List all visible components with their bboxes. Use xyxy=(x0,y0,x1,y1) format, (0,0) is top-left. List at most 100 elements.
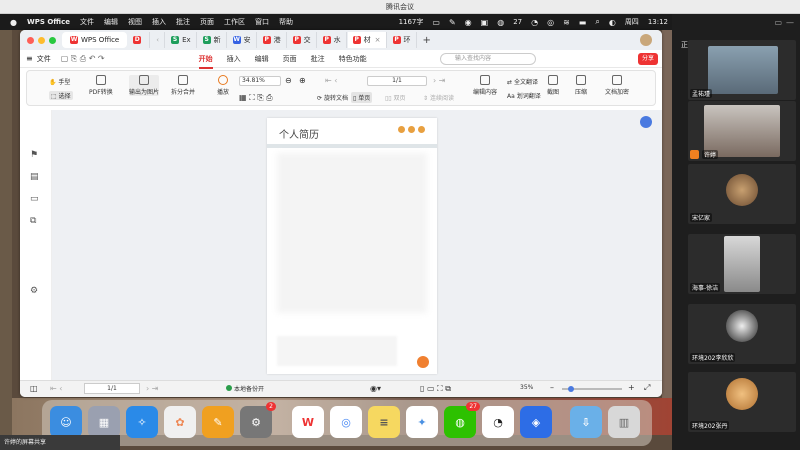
word-count[interactable]: 1167字 xyxy=(399,17,424,27)
ribbon-tab-comment[interactable]: 批注 xyxy=(311,54,325,64)
page-number-input[interactable]: 1/1 xyxy=(367,76,427,86)
tencent-meeting-icon[interactable]: ◉ xyxy=(465,18,472,27)
view-mode-icons[interactable]: ▦ ⛶ ⎘ ⎙ xyxy=(239,93,273,103)
qq-dock-icon[interactable]: ◔ xyxy=(482,406,514,438)
tab-document[interactable]: P环 xyxy=(388,32,417,48)
eye-icon[interactable]: ◉▾ xyxy=(370,384,381,393)
record-icon[interactable]: ◎ xyxy=(547,18,554,27)
menu-page[interactable]: 页面 xyxy=(200,17,214,27)
tab-document[interactable]: P水 xyxy=(318,32,347,48)
bookmark-icon[interactable]: ⚑ xyxy=(30,150,38,160)
screen-share-icon[interactable]: ▣ xyxy=(481,18,489,27)
select-tool[interactable]: ⬚ 选择 xyxy=(49,91,73,100)
word-translate-button[interactable]: Aa 划词翻译 xyxy=(507,91,541,100)
avatar[interactable] xyxy=(640,34,652,46)
document-page[interactable]: 个人简历 xyxy=(267,118,437,374)
participant-tile[interactable]: 海事-徐洁 xyxy=(688,234,796,294)
finder-icon[interactable]: ☺ xyxy=(50,406,82,438)
wechat-dock-icon[interactable]: ◍ 27 xyxy=(444,402,480,438)
pdf-convert-button[interactable]: PDF转换 xyxy=(89,75,113,96)
close-tab-icon[interactable]: × xyxy=(375,36,381,44)
tab-pdf[interactable]: D xyxy=(128,32,151,48)
siri-icon[interactable]: ◐ xyxy=(609,18,616,27)
back-icon[interactable]: ‹ xyxy=(151,32,166,48)
ribbon-tab-insert[interactable]: 插入 xyxy=(227,54,241,64)
menubar-app-name[interactable]: WPS Office xyxy=(27,18,70,26)
participant-tile[interactable]: 孟祐瑾 xyxy=(688,40,796,100)
view-layout-icons[interactable]: ▯ ▭ ⛶ ⧉ xyxy=(420,384,451,394)
zoom-select[interactable]: 34.81% xyxy=(239,76,281,86)
monitor-icon[interactable]: ▭ xyxy=(432,18,440,27)
chat-icon[interactable] xyxy=(417,356,429,368)
rotate-button[interactable]: ⟳ 旋转文档 xyxy=(317,93,348,102)
settings-icon[interactable]: ⚙ 2 xyxy=(240,402,276,438)
minimize-icon[interactable]: — xyxy=(786,18,794,27)
tab-home[interactable]: W WPS Office xyxy=(62,32,128,48)
single-page-button[interactable]: ▯ 单页 xyxy=(351,92,373,103)
participant-tile[interactable]: 许婷 xyxy=(688,101,796,161)
translate-floating-icon[interactable] xyxy=(640,116,652,128)
tab-document[interactable]: S Ex xyxy=(166,32,197,48)
thumbnail-icon[interactable]: ▤ xyxy=(30,172,39,182)
screenshot-button[interactable]: 截图 xyxy=(547,75,559,96)
launchpad-icon[interactable]: ▦ xyxy=(88,406,120,438)
split-merge-button[interactable]: 拆分合并 xyxy=(171,75,195,96)
kingsoft-icon[interactable]: ✦ xyxy=(406,406,438,438)
menu-view[interactable]: 视图 xyxy=(128,17,142,27)
settings-icon[interactable]: ⚙ xyxy=(30,286,38,296)
sidebar-toggle-icon[interactable]: ◫ xyxy=(30,384,38,393)
comment-icon[interactable]: ▭ xyxy=(30,194,39,204)
participant-tile[interactable]: 环境202李欣欣 xyxy=(688,304,796,364)
translate-button[interactable]: ⇄ 全文翻译 xyxy=(507,77,538,86)
tab-document-active[interactable]: P 材 × xyxy=(347,32,387,48)
pen-icon[interactable]: ✎ xyxy=(449,18,456,27)
ribbon-tab-page[interactable]: 页面 xyxy=(283,54,297,64)
zoom-in-small-icon[interactable]: + xyxy=(628,383,635,392)
zoom-slider-handle[interactable] xyxy=(568,386,574,392)
continuous-read-button[interactable]: ⇕ 连续阅读 xyxy=(423,93,454,102)
first-page-icon[interactable]: ⇤ ‹ xyxy=(325,76,337,85)
close-window-button[interactable] xyxy=(27,36,34,44)
menu-edit[interactable]: 编辑 xyxy=(104,17,118,27)
menu-comment[interactable]: 批注 xyxy=(176,17,190,27)
last-page-icon[interactable]: › ⇥ xyxy=(433,76,445,85)
attachment-icon[interactable]: ⧉ xyxy=(30,216,36,226)
participant-tile[interactable]: 环境202张丹 xyxy=(688,372,796,432)
notes-icon[interactable]: ≡ xyxy=(368,406,400,438)
battery-icon[interactable]: ▬ xyxy=(579,18,587,27)
zoom-level[interactable]: 35% xyxy=(520,384,533,391)
menu-icon[interactable]: ≡ xyxy=(26,54,33,63)
minimize-window-button[interactable] xyxy=(38,36,45,44)
apple-icon[interactable]: ● xyxy=(10,18,17,27)
qq-icon[interactable]: ◔ xyxy=(531,18,538,27)
page-nav-icons[interactable]: ⇤ ‹ xyxy=(50,384,62,393)
photos-icon[interactable]: ✿ xyxy=(164,406,196,438)
tab-document[interactable]: P交 xyxy=(288,32,317,48)
double-page-button[interactable]: ▯▯ 双页 xyxy=(385,93,406,102)
tencent-meeting-dock-icon[interactable]: ◈ xyxy=(520,406,552,438)
backup-status[interactable]: 本地备份开 xyxy=(234,384,264,393)
clock[interactable]: 13:12 xyxy=(648,18,668,26)
menu-workspace[interactable]: 工作区 xyxy=(224,17,245,27)
ribbon-tab-edit[interactable]: 编辑 xyxy=(255,54,269,64)
menu-insert[interactable]: 插入 xyxy=(152,17,166,27)
play-button[interactable]: 播放 xyxy=(217,75,229,96)
tab-document[interactable]: S新 xyxy=(198,32,227,48)
compress-button[interactable]: 压缩 xyxy=(575,75,587,96)
search-input[interactable]: 输入查找内容 xyxy=(440,53,536,65)
pages-icon[interactable]: ✎ xyxy=(202,406,234,438)
trash-icon[interactable]: ▥ xyxy=(608,406,640,438)
encrypt-button[interactable]: 文档加密 xyxy=(605,75,629,96)
menu-help[interactable]: 帮助 xyxy=(279,17,293,27)
ribbon-tab-start[interactable]: 开始 xyxy=(198,54,213,69)
quick-access-icons[interactable]: ▢ ⎘ ⎙ ↶ ↷ xyxy=(61,54,105,64)
zoom-out-small-icon[interactable]: – xyxy=(550,383,554,392)
new-tab-icon[interactable]: + xyxy=(423,35,431,46)
menu-window[interactable]: 窗口 xyxy=(255,17,269,27)
participant-tile[interactable]: 宋亿家 xyxy=(688,164,796,224)
tab-document[interactable]: P港 xyxy=(258,32,287,48)
hand-tool[interactable]: ✋ 手型 xyxy=(49,77,70,86)
wps-dock-icon[interactable]: W xyxy=(292,406,324,438)
file-menu[interactable]: 文件 xyxy=(37,54,51,64)
share-button[interactable]: 分享 xyxy=(637,53,658,65)
